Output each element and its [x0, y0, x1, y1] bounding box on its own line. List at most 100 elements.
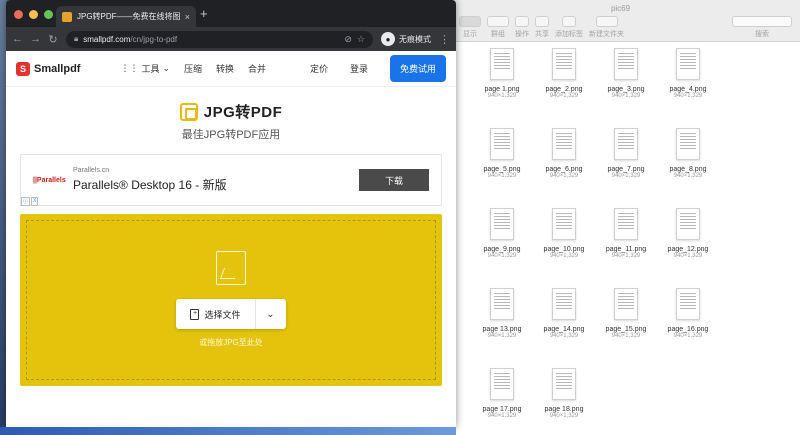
- finder-file-item[interactable]: page_7.png 940×1,329: [595, 128, 657, 206]
- bookmark-star-icon[interactable]: ☆: [357, 34, 365, 45]
- ad-banner[interactable]: ||Parallels Parallels.cn Parallels® Desk…: [20, 154, 442, 206]
- share-icon: [535, 16, 549, 27]
- finder-file-item[interactable]: page_6.png 940×1,329: [533, 128, 595, 206]
- reload-icon[interactable]: ↻: [48, 33, 58, 46]
- file-thumbnail-icon: [490, 208, 514, 240]
- file-dropzone[interactable]: + 选择文件 ⌄ 或拖放JPG至此处: [20, 214, 442, 386]
- file-thumbnail-icon: [676, 48, 700, 80]
- file-name: page_8.png: [669, 166, 707, 173]
- finder-search[interactable]: 搜索: [732, 16, 792, 39]
- back-icon[interactable]: ←: [12, 33, 23, 45]
- finder-file-grid: page 1.png 940×1,329 page_2.png 940×1,329 pa…: [471, 48, 719, 435]
- file-name: page 1.png: [484, 86, 520, 93]
- dropzone-border: + 选择文件 ⌄ 或拖放JPG至此处: [26, 220, 436, 380]
- finder-file-item[interactable]: page_4.png 940×1,329: [657, 48, 719, 126]
- finder-view-button[interactable]: 显示: [459, 16, 481, 39]
- finder-title: pic69: [610, 4, 631, 13]
- finder-file-item[interactable]: page_11.png 940×1,329: [595, 208, 657, 286]
- minimize-window-button[interactable]: [29, 10, 38, 19]
- ad-choices[interactable]: ⓘ X: [21, 197, 39, 206]
- file-name: page_4.png: [669, 86, 707, 93]
- file-dimensions: 940×1,329: [487, 173, 517, 179]
- incognito-indicator[interactable]: ● 无痕模式: [381, 32, 431, 46]
- finder-file-item[interactable]: page 18.png 940×1,329: [533, 368, 595, 435]
- finder-tag-button[interactable]: 添加标签: [555, 16, 583, 39]
- login-link[interactable]: 登录: [350, 62, 368, 75]
- ad-download-button[interactable]: 下载: [359, 169, 429, 191]
- menu-compress[interactable]: 压缩: [184, 62, 202, 75]
- site-logo[interactable]: S Smallpdf: [16, 61, 81, 76]
- finder-file-item[interactable]: page_3.png 940×1,329: [595, 48, 657, 126]
- finder-file-item[interactable]: page_2.png 940×1,329: [533, 48, 595, 126]
- file-thumbnail-icon: [614, 208, 638, 240]
- file-thumbnail-icon: [552, 208, 576, 240]
- url-field[interactable]: 🔒︎ smallpdf.com/cn/jpg-to-pdf ⊘ ☆: [66, 30, 373, 48]
- finder-group-button[interactable]: 群组: [487, 16, 509, 39]
- finder-file-item[interactable]: page_9.png 940×1,329: [471, 208, 533, 286]
- page-title: JPG转PDF: [203, 104, 283, 121]
- file-dimensions: 940×1,329: [611, 333, 641, 339]
- file-name: page_5.png: [483, 166, 521, 173]
- finder-file-item[interactable]: page 13.png 940×1,329: [471, 288, 533, 366]
- finder-file-item[interactable]: page_8.png 940×1,329: [657, 128, 719, 206]
- finder-action-button[interactable]: 操作: [515, 16, 529, 39]
- file-name: page 17.png: [482, 406, 522, 413]
- window-controls: [14, 10, 53, 19]
- eye-slash-icon[interactable]: ⊘: [344, 34, 352, 45]
- finder-new-folder-button[interactable]: 新建文件夹: [589, 16, 624, 39]
- group-icon: [487, 16, 509, 27]
- file-dimensions: 940×1,329: [611, 253, 641, 259]
- finder-file-item[interactable]: page 1.png 940×1,329: [471, 48, 533, 126]
- finder-file-item[interactable]: page_12.png 940×1,329: [657, 208, 719, 286]
- file-thumbnail-icon: [614, 48, 638, 80]
- finder-share-button[interactable]: 共享: [535, 16, 549, 39]
- file-name: page_3.png: [607, 86, 645, 93]
- incognito-icon: ●: [381, 32, 395, 46]
- pricing-link[interactable]: 定价: [310, 62, 328, 75]
- finder-file-item[interactable]: page_16.png 940×1,329: [657, 288, 719, 366]
- file-thumbnail-icon: [614, 128, 638, 160]
- choose-file-control: + 选择文件 ⌄: [176, 299, 286, 329]
- ad-info-icon[interactable]: ⓘ: [21, 197, 31, 206]
- file-thumbnail-icon: [490, 48, 514, 80]
- finder-toolbar: pic69 显示 群组 操作 共享 添加标签 新建文件夹 搜索: [441, 0, 800, 42]
- file-name: page_12.png: [667, 246, 709, 253]
- source-dropdown-button[interactable]: ⌄: [256, 299, 286, 329]
- choose-file-label: 选择文件: [204, 309, 241, 320]
- forward-icon[interactable]: →: [30, 33, 41, 45]
- file-name: page 18.png: [544, 406, 584, 413]
- finder-file-item[interactable]: page_10.png 940×1,329: [533, 208, 595, 286]
- logo-text: Smallpdf: [34, 62, 81, 75]
- more-menu-icon[interactable]: ⋮: [439, 33, 450, 46]
- ad-headline: Parallels® Desktop 16 - 新版: [73, 178, 227, 192]
- file-name: page_9.png: [483, 246, 521, 253]
- finder-file-item[interactable]: page_14.png 940×1,329: [533, 288, 595, 366]
- action-icon: [515, 16, 529, 27]
- close-tab-icon[interactable]: ×: [185, 12, 190, 22]
- zoom-window-button[interactable]: [44, 10, 53, 19]
- choose-file-button[interactable]: + 选择文件: [176, 299, 256, 329]
- free-trial-button[interactable]: 免费试用: [389, 55, 446, 82]
- chevron-down-icon: ⌄: [266, 308, 275, 320]
- tab-bar: JPG转PDF——免费在线将图片转 × +: [6, 0, 456, 27]
- finder-file-item[interactable]: page_15.png 940×1,329: [595, 288, 657, 366]
- site-header: S Smallpdf ⋮⋮ 工具 ⌄ 压缩 转换 合并 定价 登录 免费试用: [6, 51, 456, 87]
- tag-icon: [562, 16, 576, 27]
- file-name: page_11.png: [605, 246, 647, 253]
- finder-file-item[interactable]: page 17.png 940×1,329: [471, 368, 533, 435]
- search-input[interactable]: [732, 16, 792, 27]
- menu-convert[interactable]: 转换: [216, 62, 234, 75]
- favicon-icon: [62, 11, 72, 22]
- menu-merge[interactable]: 合并: [248, 62, 266, 75]
- lock-icon: 🔒︎: [74, 34, 79, 43]
- ad-close-icon[interactable]: X: [31, 197, 39, 206]
- menu-tools[interactable]: ⋮⋮ 工具 ⌄: [120, 62, 170, 75]
- close-window-button[interactable]: [14, 10, 23, 19]
- file-dimensions: 940×1,329: [611, 93, 641, 99]
- finder-file-item[interactable]: page_5.png 940×1,329: [471, 128, 533, 206]
- file-dimensions: 940×1,329: [549, 93, 579, 99]
- new-tab-button[interactable]: +: [200, 7, 208, 20]
- browser-tab[interactable]: JPG转PDF——免费在线将图片转 ×: [56, 6, 196, 27]
- file-dimensions: 940×1,329: [673, 93, 703, 99]
- file-plus-icon: +: [190, 308, 200, 320]
